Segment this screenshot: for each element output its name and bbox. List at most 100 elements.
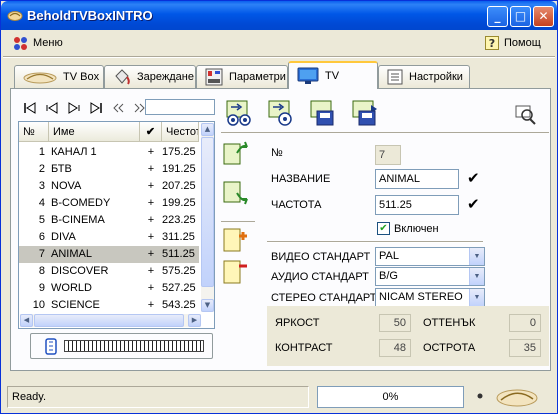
col-frequency-header[interactable]: Честота: [162, 122, 199, 142]
channel-frequency: 199.25: [162, 197, 196, 209]
name-label: НАЗВАНИЕ: [271, 173, 331, 185]
channel-enabled: +: [147, 248, 155, 260]
scroll-left-button[interactable]: ◀: [20, 314, 33, 327]
table-row[interactable]: 10 SCIENCE +543.25: [19, 297, 199, 314]
menu-main[interactable]: Меню: [13, 35, 63, 51]
tab-loading[interactable]: Зареждане: [104, 65, 196, 88]
number-label: №: [271, 147, 283, 159]
hue-value: 0: [509, 314, 541, 332]
tab-parameters[interactable]: Параметри: [196, 65, 288, 88]
table-row[interactable]: 4 B-COMEDY +199.25: [19, 195, 199, 212]
channel-name: B-CINEMA: [51, 214, 105, 226]
title-bar[interactable]: BeholdTVBoxINTRO _ □ ✕: [1, 1, 557, 30]
channel-frequency: 223.25: [162, 214, 196, 226]
settings-list-icon: [387, 69, 403, 85]
col-number-header[interactable]: №: [19, 122, 49, 142]
close-button[interactable]: ✕: [533, 6, 554, 27]
dropdown-arrow-icon[interactable]: ▼: [469, 289, 484, 306]
hue-label: ОТТЕНЪК: [423, 317, 476, 329]
channel-enabled: +: [147, 146, 155, 158]
channel-list-body: 1 КАНАЛ 1 +175.25 2 БТВ +191.25 3 NOVA +207.25 4 B…: [19, 144, 199, 314]
menu-help[interactable]: ? Помощ: [485, 35, 541, 51]
channel-number: 8: [38, 265, 45, 277]
fine-tune-icon[interactable]: [267, 99, 295, 127]
delete-channel-icon[interactable]: [221, 258, 249, 286]
last-channel-button[interactable]: [88, 101, 104, 115]
channel-nav: [18, 98, 215, 118]
tab-tvbox[interactable]: TV Box: [14, 65, 104, 88]
channel-number: 3: [38, 180, 45, 192]
table-row[interactable]: 9 WORLD +527.25: [19, 280, 199, 297]
channel-enabled: +: [147, 214, 155, 226]
scroll-thumb[interactable]: [201, 137, 214, 287]
menu-main-label: Меню: [33, 37, 63, 49]
table-row[interactable]: 1 КАНАЛ 1 +175.25: [19, 144, 199, 161]
table-row[interactable]: 7 ANIMAL +511.25: [19, 246, 199, 263]
minimize-button[interactable]: _: [487, 6, 508, 27]
channel-number: 6: [38, 231, 45, 243]
first-channel-button[interactable]: [22, 101, 38, 115]
table-row[interactable]: 5 B-CINEMA +223.25: [19, 212, 199, 229]
scroll-up-button[interactable]: ▲: [201, 123, 214, 136]
table-row[interactable]: 3 NOVA +207.25: [19, 178, 199, 195]
dropdown-arrow-icon[interactable]: ▼: [469, 248, 484, 265]
form-separator: [267, 241, 483, 243]
channel-search-input[interactable]: [145, 99, 215, 115]
video-standard-select[interactable]: PAL ▼: [375, 247, 485, 266]
sharpness-label: ОСТРОТА: [423, 342, 476, 354]
move-up-icon[interactable]: [221, 139, 249, 167]
behold-logo-icon: [496, 389, 538, 407]
tv-icon: [297, 67, 319, 84]
channel-name: B-COMEDY: [51, 197, 111, 209]
move-down-icon[interactable]: [221, 179, 249, 207]
video-standard-label: ВИДЕО СТАНДАРТ: [271, 251, 371, 263]
parameters-icon: [205, 68, 223, 86]
horizontal-scrollbar[interactable]: ◀ ▶: [20, 314, 201, 327]
maximize-button[interactable]: □: [510, 6, 531, 27]
channel-list-header: № Име ✔ Честота: [19, 122, 199, 142]
table-row[interactable]: 6 DIVA +311.25: [19, 229, 199, 246]
brightness-value: 50: [379, 314, 411, 332]
side-divider: [221, 221, 255, 222]
preview-search-icon[interactable]: [515, 105, 537, 125]
name-confirm-icon[interactable]: ✔: [467, 169, 480, 187]
dropdown-arrow-icon[interactable]: ▼: [469, 268, 484, 285]
add-channel-icon[interactable]: [221, 226, 249, 254]
brightness-label: ЯРКОСТ: [275, 317, 320, 329]
load-list-icon[interactable]: [351, 99, 379, 127]
vertical-scrollbar[interactable]: ▲ ▼: [201, 123, 214, 312]
audio-standard-select[interactable]: B/G ▼: [375, 267, 485, 286]
frequency-confirm-icon[interactable]: ✔: [467, 195, 480, 213]
channel-list[interactable]: № Име ✔ Честота 1 КАНАЛ 1 +175.25 2 БТВ +191.…: [18, 121, 215, 329]
table-row[interactable]: 2 БТВ +191.25: [19, 161, 199, 178]
prev-channel-button[interactable]: [44, 101, 60, 115]
frequency-input[interactable]: 511.25: [375, 195, 459, 215]
tab-settings[interactable]: Настройки: [378, 65, 470, 88]
col-name-header[interactable]: Име: [49, 122, 140, 142]
frequency-label: ЧАСТОТА: [271, 199, 322, 211]
scroll-right-button[interactable]: ▶: [188, 314, 201, 327]
rewind-button[interactable]: [110, 101, 126, 115]
sharpness-value: 35: [509, 339, 541, 357]
stereo-standard-select[interactable]: NICAM STEREO ▼: [375, 288, 485, 307]
menu-bar: Меню ? Помощ: [1, 30, 557, 55]
tab-label: Настройки: [409, 71, 463, 83]
contrast-label: КОНТРАСТ: [275, 342, 333, 354]
scroll-down-button[interactable]: ▼: [201, 299, 214, 312]
scan-channels-icon[interactable]: [225, 99, 253, 127]
save-list-icon[interactable]: [309, 99, 337, 127]
stereo-standard-value: NICAM STEREO: [379, 291, 463, 303]
next-channel-button[interactable]: [66, 101, 82, 115]
hscroll-thumb[interactable]: [34, 314, 184, 327]
col-enabled-header[interactable]: ✔: [140, 122, 162, 142]
channel-name: ANIMAL: [51, 248, 92, 260]
name-input[interactable]: ANIMAL: [375, 169, 459, 189]
tvbox-logo-icon: [23, 72, 57, 84]
tab-label: Параметри: [229, 71, 286, 83]
table-row[interactable]: 8 DISCOVER +575.25: [19, 263, 199, 280]
enabled-checkbox[interactable]: ✔: [377, 222, 390, 235]
channel-name: DIVA: [51, 231, 76, 243]
stereo-standard-label: СТЕРЕО СТАНДАРТ: [271, 292, 377, 304]
tab-tv[interactable]: TV: [288, 61, 378, 89]
next-icon: [68, 102, 80, 114]
